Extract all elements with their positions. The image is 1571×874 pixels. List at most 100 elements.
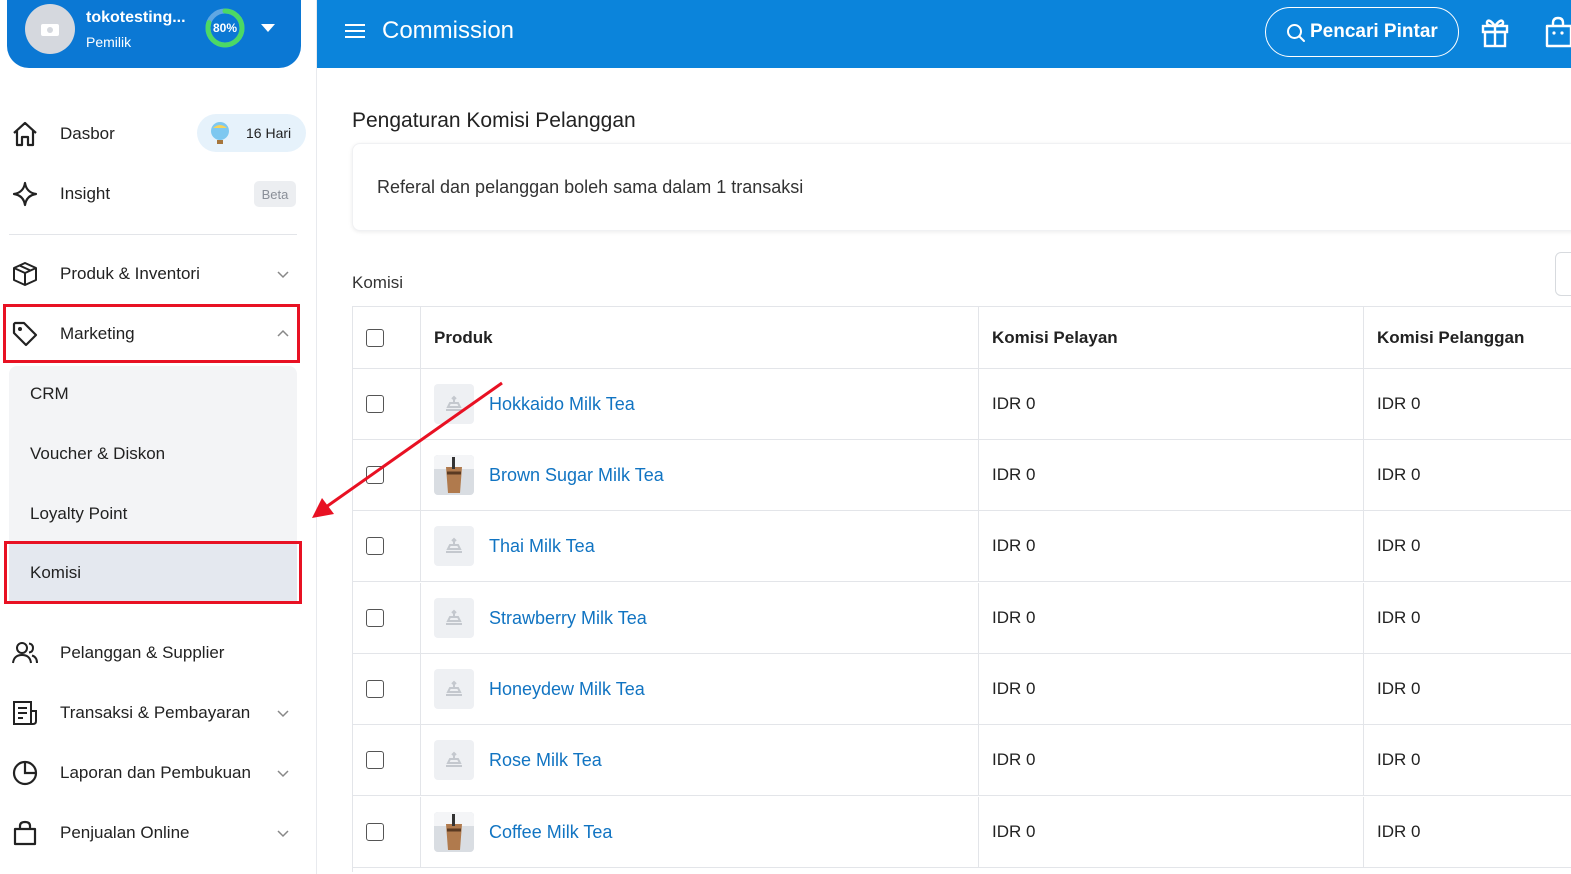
sidebar-item-penjualan-online[interactable]: Penjualan Online	[0, 808, 305, 858]
table-row[interactable]: Coffee Milk Tea IDR 0 IDR 0	[353, 797, 1571, 868]
info-text: Referal dan pelanggan boleh sama dalam 1…	[377, 177, 804, 197]
balloon-icon	[211, 122, 229, 144]
komisi-pelanggan-cell: IDR 0	[1377, 822, 1421, 841]
select-all-cell	[366, 307, 384, 368]
table-row[interactable]: Brown Sugar Milk Tea IDR 0 IDR 0	[353, 440, 1571, 511]
row-select-cell	[366, 369, 384, 439]
column-divider	[978, 440, 979, 510]
row-checkbox[interactable]	[366, 609, 384, 627]
row-checkbox[interactable]	[366, 395, 384, 413]
table-label: Komisi	[352, 273, 404, 292]
chevron-down-icon	[277, 830, 289, 838]
row-select-cell	[366, 725, 384, 795]
store-card[interactable]: tokotesting... Pemilik 80%	[7, 0, 301, 68]
product-thumbnail	[434, 526, 474, 566]
row-checkbox[interactable]	[366, 823, 384, 841]
column-divider	[978, 583, 979, 653]
column-divider	[1363, 583, 1364, 653]
row-checkbox[interactable]	[366, 680, 384, 698]
table-row[interactable]: Thai Milk Tea IDR 0 IDR 0	[353, 511, 1571, 582]
users-icon	[12, 642, 38, 664]
product-name-link[interactable]: Strawberry Milk Tea	[489, 608, 647, 629]
column-divider	[978, 511, 979, 581]
chevron-down-icon	[277, 710, 289, 718]
product-cell: Rose Milk Tea	[434, 725, 602, 795]
highlight-komisi	[4, 541, 302, 604]
column-divider	[978, 654, 979, 724]
komisi-pelayan-cell: IDR 0	[992, 394, 1036, 413]
highlight-marketing	[3, 304, 300, 363]
row-checkbox[interactable]	[366, 537, 384, 555]
table-row[interactable]: Rose Milk Tea IDR 0 IDR 0	[353, 725, 1571, 796]
select-all-checkbox[interactable]	[366, 328, 384, 347]
sidebar-item-produk-inventori[interactable]: Produk & Inventori	[0, 249, 305, 299]
komisi-pelayan-cell: IDR 0	[992, 608, 1036, 627]
table-row[interactable]: Strawberry Milk Tea IDR 0 IDR 0	[353, 583, 1571, 654]
column-header-komisi-pelanggan[interactable]: Komisi Pelanggan	[1377, 307, 1524, 368]
column-divider	[420, 369, 421, 439]
column-header-komisi-pelayan[interactable]: Komisi Pelayan	[992, 307, 1118, 368]
row-select-cell	[366, 583, 384, 653]
row-select-cell	[366, 440, 384, 510]
gift-icon[interactable]	[1480, 16, 1510, 48]
komisi-pelanggan-cell: IDR 0	[1377, 394, 1421, 413]
sidebar-item-label: Penjualan Online	[60, 823, 190, 842]
smart-search-button[interactable]: Pencari Pintar	[1265, 7, 1459, 57]
sidebar-item-label: Dasbor	[60, 124, 115, 143]
column-header-produk[interactable]: Produk	[434, 307, 493, 368]
column-divider	[420, 583, 421, 653]
sidebar-item-pelanggan-supplier[interactable]: Pelanggan & Supplier	[0, 628, 305, 678]
row-checkbox[interactable]	[366, 466, 384, 484]
product-name-link[interactable]: Coffee Milk Tea	[489, 822, 612, 843]
table-row[interactable]: Honeydew Milk Tea IDR 0 IDR 0	[353, 654, 1571, 725]
store-name: tokotesting...	[86, 9, 186, 26]
smart-search-label: Pencari Pintar	[1310, 21, 1438, 42]
product-name-link[interactable]: Rose Milk Tea	[489, 750, 602, 771]
column-divider	[1363, 797, 1364, 867]
row-checkbox[interactable]	[366, 751, 384, 769]
product-name-link[interactable]: Hokkaido Milk Tea	[489, 394, 635, 415]
column-divider	[1363, 369, 1364, 439]
submenu-item-loyalty-point[interactable]: Loyalty Point	[9, 486, 297, 542]
row-select-cell	[366, 654, 384, 724]
column-divider	[420, 797, 421, 867]
product-thumbnail	[434, 740, 474, 780]
product-name-link[interactable]: Thai Milk Tea	[489, 536, 595, 557]
product-name-link[interactable]: Honeydew Milk Tea	[489, 679, 645, 700]
store-role: Pemilik	[86, 34, 132, 50]
komisi-pelanggan-cell: IDR 0	[1377, 750, 1421, 769]
submenu-item-voucher-diskon[interactable]: Voucher & Diskon	[9, 426, 297, 482]
product-placeholder-icon	[446, 395, 462, 411]
trial-days-badge[interactable]: 16 Hari	[197, 114, 306, 152]
commission-table: Produk Komisi Pelayan Komisi Pelanggan H…	[352, 306, 1571, 872]
column-divider	[420, 725, 421, 795]
sidebar-item-laporan-pembukuan[interactable]: Laporan dan Pembukuan	[0, 748, 305, 798]
product-name-link[interactable]: Brown Sugar Milk Tea	[489, 465, 664, 486]
komisi-pelanggan-cell: IDR 0	[1377, 608, 1421, 627]
chevron-down-icon[interactable]	[259, 22, 277, 34]
product-cell: Hokkaido Milk Tea	[434, 369, 635, 439]
page-title: Commission	[382, 17, 515, 44]
product-thumbnail	[434, 812, 474, 852]
column-divider	[1363, 307, 1364, 368]
pie-chart-icon	[12, 760, 38, 786]
setup-progress-text: 80%	[212, 21, 238, 35]
box-icon	[13, 262, 37, 286]
komisi-pelayan-cell: IDR 0	[992, 750, 1036, 769]
column-divider	[978, 725, 979, 795]
table-row[interactable]: Hokkaido Milk Tea IDR 0 IDR 0	[353, 369, 1571, 440]
hamburger-menu-icon[interactable]	[345, 23, 365, 39]
submenu-item-label: Loyalty Point	[30, 504, 128, 523]
komisi-pelayan-cell: IDR 0	[992, 679, 1036, 698]
column-divider	[978, 307, 979, 368]
sidebar: tokotesting... Pemilik 80% Dasbor 16 Har…	[0, 0, 317, 874]
submenu-item-label: CRM	[30, 384, 69, 403]
home-icon	[13, 121, 37, 147]
cart-icon[interactable]	[1545, 16, 1571, 48]
table-header-row: Produk Komisi Pelayan Komisi Pelanggan	[353, 307, 1571, 369]
submenu-item-crm[interactable]: CRM	[9, 366, 297, 422]
sidebar-item-transaksi-pembayaran[interactable]: Transaksi & Pembayaran	[0, 688, 305, 738]
product-cell: Strawberry Milk Tea	[434, 583, 647, 653]
table-action-button[interactable]	[1555, 252, 1571, 296]
column-divider	[1363, 440, 1364, 510]
